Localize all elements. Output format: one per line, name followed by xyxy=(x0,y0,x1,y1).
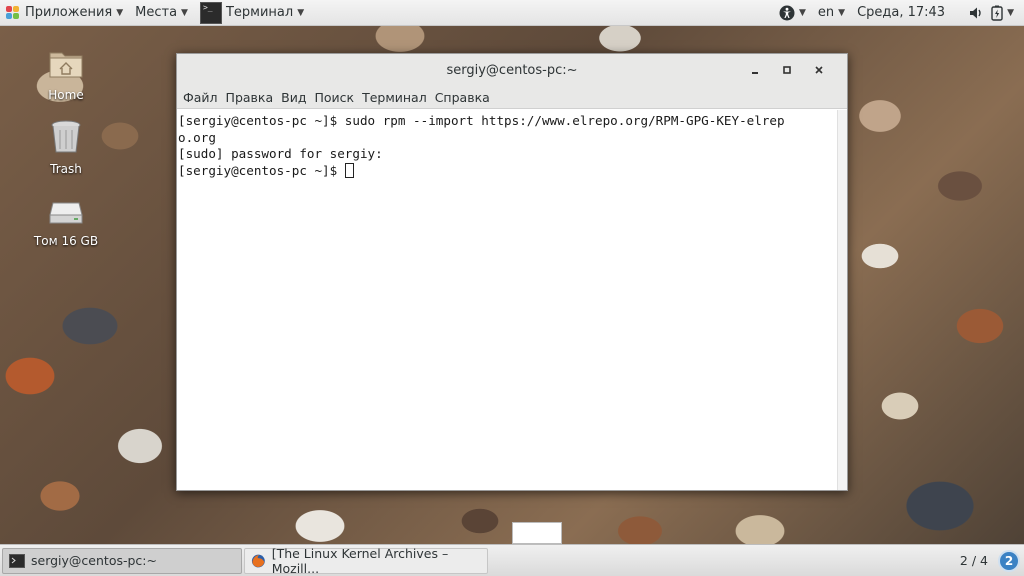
workspace-indicator: 2 / 4 xyxy=(959,553,988,568)
clock-label: Среда, 17:43 xyxy=(857,5,946,20)
places-menu[interactable]: Места ▼ xyxy=(129,0,194,26)
desktop-icon-label: Home xyxy=(48,88,84,102)
chevron-down-icon: ▼ xyxy=(116,7,124,18)
chevron-down-icon: ▼ xyxy=(181,7,188,18)
maximize-button[interactable] xyxy=(771,64,803,78)
active-app-menu[interactable]: >_ Терминал ▼ xyxy=(194,0,310,26)
drive-icon xyxy=(49,202,83,224)
terminal-window[interactable]: sergiy@centos-pc:~ Файл Правка Вид Поиск… xyxy=(176,53,848,491)
menu-help[interactable]: Справка xyxy=(435,90,490,105)
accessibility-icon xyxy=(779,5,795,20)
top-panel: Приложения ▼ Места ▼ >_ Терминал ▼ ▼ en … xyxy=(0,0,1024,26)
desktop-icon-volume[interactable]: Том 16 GB xyxy=(26,197,106,248)
menu-search[interactable]: Поиск xyxy=(314,90,354,105)
terminal-line: [sudo] password for sergiy: xyxy=(178,146,383,161)
desktop-icon-trash[interactable]: Trash xyxy=(26,119,106,176)
menu-terminal[interactable]: Терминал xyxy=(362,90,427,105)
terminal-scrollbar[interactable] xyxy=(837,110,847,490)
chevron-down-icon: ▼ xyxy=(798,7,806,18)
task-label: [The Linux Kernel Archives – Mozill... xyxy=(271,545,449,576)
minimize-icon xyxy=(752,71,758,74)
terminal-output[interactable]: [sergiy@centos-pc ~]$ sudo rpm --import … xyxy=(177,110,837,490)
window-titlebar[interactable]: sergiy@centos-pc:~ xyxy=(177,54,847,87)
task-firefox[interactable]: [The Linux Kernel Archives – Mozill... xyxy=(244,545,488,576)
accessibility-menu[interactable]: ▼ xyxy=(773,0,812,26)
minimize-button[interactable] xyxy=(739,64,771,78)
applications-label: Приложения xyxy=(25,5,113,20)
maximize-icon xyxy=(783,65,791,74)
window-menubar: Файл Правка Вид Поиск Терминал Справка xyxy=(177,87,847,109)
menu-file[interactable]: Файл xyxy=(183,90,218,105)
chevron-down-icon: ▼ xyxy=(297,7,305,18)
window-preview-thumbnail xyxy=(512,522,562,544)
system-menu[interactable]: ▼ xyxy=(963,0,1024,26)
task-label: sergiy@centos-pc:~ xyxy=(31,553,157,568)
task-terminal[interactable]: sergiy@centos-pc:~ xyxy=(2,547,242,574)
desktop-icon-home[interactable]: Home xyxy=(26,45,106,102)
workspace-pager[interactable]: 2 / 4 2 xyxy=(959,549,1024,572)
desktop-icon-label: Том 16 GB xyxy=(33,234,99,248)
keyboard-layout-label: en xyxy=(817,5,835,20)
gnome-foot-icon xyxy=(6,5,20,20)
terminal-app-icon: >_ xyxy=(199,1,222,24)
terminal-icon xyxy=(9,553,25,568)
applications-menu[interactable]: Приложения ▼ xyxy=(0,0,129,26)
terminal-line: o.org xyxy=(178,129,216,145)
volume-icon xyxy=(970,7,981,18)
chevron-down-icon: ▼ xyxy=(1007,7,1014,18)
keyboard-layout-menu[interactable]: en ▼ xyxy=(812,0,851,26)
chevron-down-icon: ▼ xyxy=(838,7,846,18)
close-icon xyxy=(815,65,823,74)
menu-edit[interactable]: Правка xyxy=(226,90,274,105)
text-cursor xyxy=(344,162,354,178)
active-app-label: Терминал xyxy=(225,5,294,20)
notification-badge[interactable]: 2 xyxy=(998,549,1020,572)
home-folder-icon xyxy=(49,52,83,78)
menu-view[interactable]: Вид xyxy=(281,90,306,105)
terminal-line: [sergiy@centos-pc ~]$ xyxy=(178,162,345,178)
terminal-line: [sergiy@centos-pc ~]$ sudo rpm --import … xyxy=(178,113,785,128)
close-button[interactable] xyxy=(803,64,835,78)
window-title: sergiy@centos-pc:~ xyxy=(446,63,578,78)
bottom-panel: sergiy@centos-pc:~ [The Linux Kernel Arc… xyxy=(0,544,1024,576)
firefox-icon xyxy=(251,554,265,567)
battery-icon xyxy=(991,5,1003,21)
clock-menu[interactable]: Среда, 17:43 xyxy=(851,0,963,26)
places-label: Места xyxy=(135,5,178,20)
desktop-icon-label: Trash xyxy=(50,162,82,176)
trash-icon xyxy=(51,120,81,153)
terminal-prompt-line: [sergiy@centos-pc ~]$ xyxy=(178,162,837,180)
